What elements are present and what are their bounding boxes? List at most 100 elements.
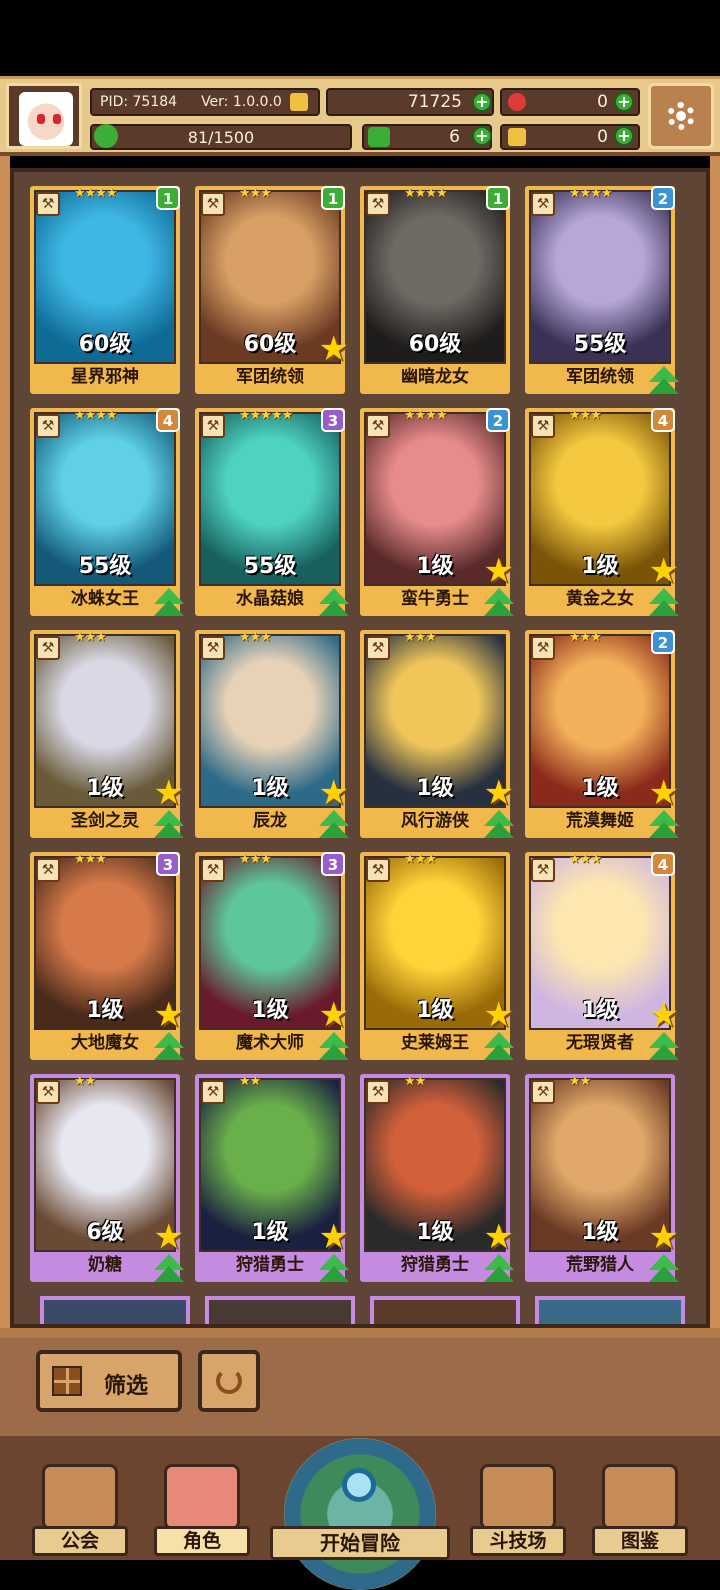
character-grid: ⚒ ★★★★ 1 60级 星界邪神 ⚒ ★★★ 1 60级 军团统领 ★ ⚒ ★★★★ 1 60级 幽暗龙女 ⚒… — [10, 168, 710, 1328]
rarity-stars: ★★★★ — [404, 408, 448, 423]
character-card[interactable]: ⚒ ★★ 1级 荒野猎人 ★ — [525, 1074, 679, 1282]
rarity-stars: ★★★★ — [569, 186, 613, 201]
gem-amount: 0 — [597, 92, 608, 112]
character-card[interactable]: ⚒ ★★ 6级 奶糖 ★ — [30, 1074, 184, 1282]
class-icon: ⚒ — [36, 414, 60, 438]
settings-button[interactable] — [648, 83, 714, 149]
character-card[interactable]: ⚒ ★★★★★ 3 55级 水晶菇娘 — [195, 408, 349, 616]
nav-codex[interactable]: 图鉴 — [592, 1464, 688, 1556]
filter-label: 筛选 — [104, 1374, 149, 1399]
level-up-arrow-icon — [649, 366, 679, 396]
character-level: 55级 — [78, 554, 132, 579]
character-card[interactable]: ⚒ ★★★ 1级 风行游侠 ★ — [360, 630, 514, 838]
add-key-button[interactable]: + — [614, 126, 634, 146]
tier-badge: 2 — [651, 630, 675, 654]
character-card[interactable]: ⚒ ★★★ 4 1级 黄金之女 ★ — [525, 408, 679, 616]
level-up-arrow-icon — [484, 810, 514, 840]
class-icon: ⚒ — [531, 636, 555, 660]
star-upgrade-icon: ★ — [318, 329, 349, 369]
card-peek[interactable] — [370, 1296, 520, 1324]
class-icon: ⚒ — [36, 192, 60, 216]
rarity-stars: ★★★★ — [74, 408, 118, 423]
class-icon: ⚒ — [366, 192, 390, 216]
star-upgrade-icon: ★ — [318, 1217, 349, 1257]
nav-guild[interactable]: 公会 — [32, 1464, 128, 1556]
add-gem-button[interactable]: + — [614, 92, 634, 112]
gold-amount: 71725 — [407, 92, 462, 112]
energy-amount: 81/1500 — [187, 127, 255, 147]
card-peek[interactable] — [40, 1296, 190, 1324]
character-level: 60级 — [408, 332, 462, 357]
character-card[interactable]: ⚒ ★★★ 1级 史莱姆王 ★ — [360, 852, 514, 1060]
refresh-icon — [216, 1368, 242, 1394]
rarity-stars: ★★★ — [569, 408, 602, 423]
class-icon: ⚒ — [36, 858, 60, 882]
grid-icon — [52, 1366, 82, 1396]
refresh-button[interactable] — [198, 1350, 260, 1412]
book-icon — [602, 1464, 678, 1530]
class-icon: ⚒ — [366, 858, 390, 882]
nav-arena[interactable]: 斗技场 — [470, 1464, 566, 1556]
player-avatar[interactable] — [6, 83, 82, 149]
filter-button[interactable]: 筛选 — [36, 1350, 182, 1412]
character-level: 60级 — [78, 332, 132, 357]
star-upgrade-icon: ★ — [648, 551, 679, 591]
tier-badge: 1 — [321, 186, 345, 210]
level-up-arrow-icon — [154, 1032, 184, 1062]
tier-badge: 3 — [156, 852, 180, 876]
rarity-stars: ★★★ — [404, 630, 437, 645]
character-card[interactable]: ⚒ ★★ 1级 狩猎勇士 ★ — [360, 1074, 514, 1282]
avatar-portrait — [19, 92, 73, 146]
character-card[interactable]: ⚒ ★★★ 4 1级 无瑕贤者 ★ — [525, 852, 679, 1060]
character-card[interactable]: ⚒ ★★★ 1 60级 军团统领 ★ — [195, 186, 349, 394]
star-upgrade-icon: ★ — [648, 995, 679, 1035]
class-icon: ⚒ — [366, 1080, 390, 1104]
level-up-arrow-icon — [484, 1032, 514, 1062]
tier-badge: 3 — [321, 852, 345, 876]
key-icon — [508, 128, 526, 146]
tier-badge: 2 — [651, 186, 675, 210]
right-border — [710, 156, 720, 1336]
key-amount: 0 — [597, 127, 608, 147]
level-up-arrow-icon — [649, 1254, 679, 1284]
rarity-stars: ★★ — [239, 1074, 261, 1089]
card-peek[interactable] — [535, 1296, 685, 1324]
character-card[interactable]: ⚒ ★★★★ 2 1级 蛮牛勇士 ★ — [360, 408, 514, 616]
pid-text: PID: 75184 — [100, 94, 178, 110]
start-adventure-button[interactable]: 开始冒险 — [270, 1438, 450, 1590]
next-row-peek — [40, 1296, 686, 1324]
star-upgrade-icon: ★ — [153, 995, 184, 1035]
character-card[interactable]: ⚒ ★★★ 2 1级 荒漠舞姬 ★ — [525, 630, 679, 838]
rarity-stars: ★★★ — [239, 630, 272, 645]
character-card[interactable]: ⚒ ★★ 1级 狩猎勇士 ★ — [195, 1074, 349, 1282]
star-upgrade-icon: ★ — [648, 1217, 679, 1257]
clover-icon — [368, 127, 390, 147]
player-info: PID: 75184 Ver: 1.0.0.0 — [90, 88, 320, 116]
character-card[interactable]: ⚒ ★★★ 3 1级 大地魔女 ★ — [30, 852, 184, 1060]
character-card[interactable]: ⚒ ★★★ 3 1级 魔术大师 ★ — [195, 852, 349, 1060]
rarity-stars: ★★★ — [74, 630, 107, 645]
class-icon: ⚒ — [36, 636, 60, 660]
add-gold-button[interactable]: + — [472, 92, 492, 112]
add-clover-button[interactable]: + — [472, 126, 492, 146]
clover-amount: 6 — [449, 127, 460, 147]
tier-badge: 4 — [651, 408, 675, 432]
crossed-swords-icon — [480, 1464, 556, 1530]
guild-icon — [42, 1464, 118, 1530]
character-name: 星界邪神 — [34, 364, 176, 390]
star-upgrade-icon: ★ — [483, 995, 514, 1035]
character-card[interactable]: ⚒ ★★★★ 1 60级 星界邪神 — [30, 186, 180, 394]
rarity-stars: ★★★★★ — [239, 408, 293, 423]
character-card[interactable]: ⚒ ★★★ 1级 圣剑之灵 ★ — [30, 630, 184, 838]
energy-bar: 81/1500 — [90, 124, 352, 150]
character-card[interactable]: ⚒ ★★★★ 1 60级 幽暗龙女 — [360, 186, 510, 394]
status-bar — [0, 0, 720, 76]
character-card[interactable]: ⚒ ★★★★ 2 55级 军团统领 — [525, 186, 679, 394]
character-card[interactable]: ⚒ ★★★ 1级 辰龙 ★ — [195, 630, 349, 838]
card-peek[interactable] — [205, 1296, 355, 1324]
class-icon: ⚒ — [36, 1080, 60, 1104]
nav-character[interactable]: 角色 — [154, 1464, 250, 1556]
character-icon — [164, 1464, 240, 1530]
character-card[interactable]: ⚒ ★★★★ 4 55级 冰蛛女王 — [30, 408, 184, 616]
level-up-arrow-icon — [319, 1254, 349, 1284]
